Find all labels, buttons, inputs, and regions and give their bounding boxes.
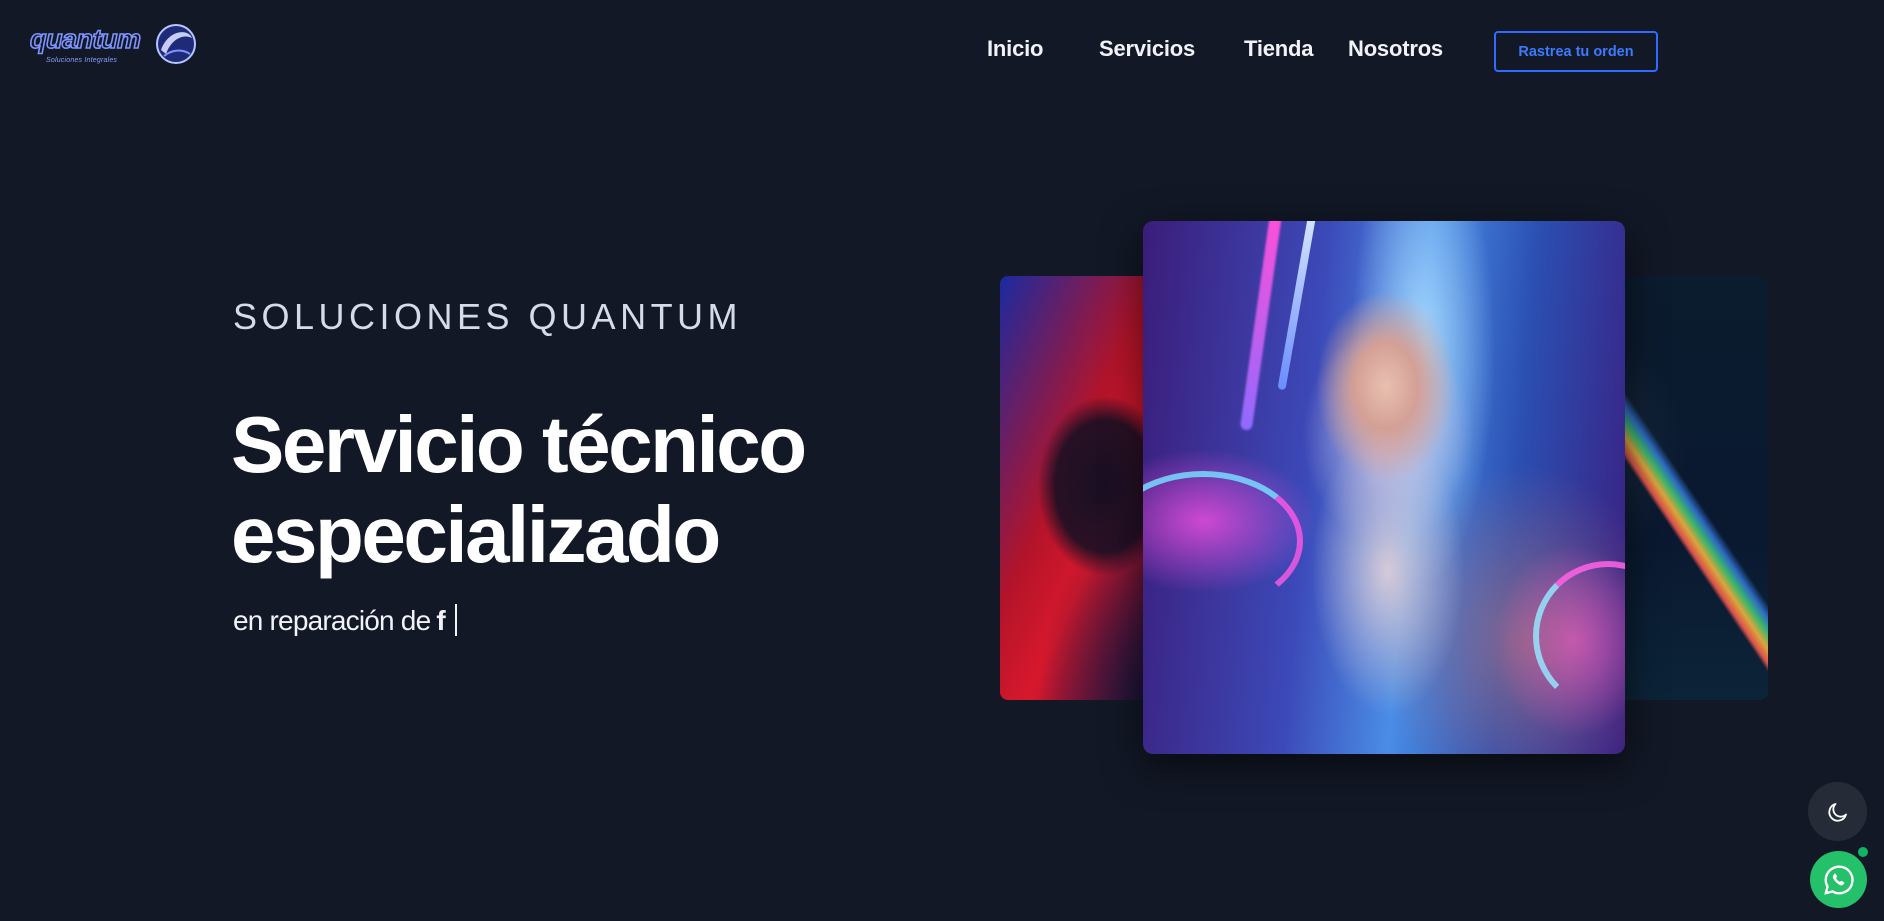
neon-streak (1277, 221, 1317, 391)
nav-nosotros[interactable]: Nosotros (1348, 36, 1443, 62)
nav-servicios[interactable]: Servicios (1099, 36, 1195, 62)
online-indicator-dot (1856, 845, 1870, 859)
hero-subline: en reparación de f (233, 604, 457, 637)
track-order-button[interactable]: Rastrea tu orden (1494, 31, 1658, 72)
hero-headline-line2: especializado (231, 490, 721, 579)
whatsapp-icon (1823, 865, 1854, 895)
nav-inicio[interactable]: Inicio (987, 36, 1043, 62)
hero-image-center (1143, 221, 1625, 754)
hero-headline: Servicio técnico especializado (231, 400, 931, 580)
neon-ring (1533, 561, 1625, 711)
hero-eyebrow: SOLUCIONES QUANTUM (233, 296, 743, 337)
page: quantum Soluciones Integrales Inicio Ser… (0, 0, 1884, 921)
typing-caret (454, 604, 457, 636)
nav-tienda[interactable]: Tienda (1244, 36, 1314, 62)
neon-ring (1143, 471, 1303, 611)
neon-streak (1239, 221, 1283, 431)
hero-headline-line1: Servicio técnico (231, 400, 807, 489)
subline-prefix: en reparación de (233, 605, 431, 636)
theme-toggle-button[interactable] (1808, 782, 1867, 841)
moon-icon (1827, 802, 1847, 822)
typed-word: f (436, 605, 445, 636)
whatsapp-button[interactable] (1810, 851, 1867, 908)
